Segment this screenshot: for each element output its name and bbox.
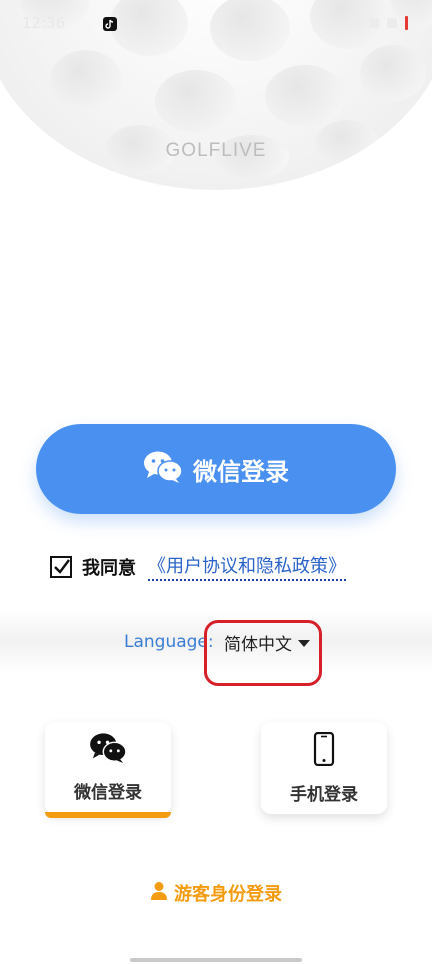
app-title: GOLFLIVE <box>165 140 267 161</box>
tiktok-icon <box>103 17 117 31</box>
status-icons <box>351 16 408 30</box>
agreement-row: 我同意 《用户协议和隐私政策》 <box>50 552 346 581</box>
phone-option-label: 手机登录 <box>290 785 358 805</box>
wechat-login-label: 微信登录 <box>193 457 289 486</box>
battery-icon <box>405 16 408 30</box>
user-agreement-link[interactable]: 《用户协议和隐私政策》 <box>148 552 346 581</box>
language-label: Language: <box>124 632 214 652</box>
signal-icon <box>369 18 379 28</box>
status-time: 12:36 <box>22 14 66 32</box>
language-value: 简体中文 <box>224 635 292 655</box>
data-icon <box>387 18 397 28</box>
caret-down-icon <box>298 640 310 647</box>
gesture-home-bar[interactable] <box>130 958 302 962</box>
language-dropdown[interactable]: 简体中文 <box>224 630 310 655</box>
language-band <box>0 610 432 672</box>
guest-login-link[interactable]: 游客身份登录 <box>0 880 432 906</box>
wifi-icon <box>351 18 361 28</box>
person-icon <box>150 881 168 905</box>
wechat-icon <box>89 732 127 768</box>
active-option-indicator <box>45 812 171 818</box>
wechat-login-option[interactable]: 微信登录 <box>45 722 171 814</box>
guest-login-label: 游客身份登录 <box>174 884 282 905</box>
agreement-prefix: 我同意 <box>82 557 136 579</box>
phone-login-option[interactable]: 手机登录 <box>261 722 387 814</box>
wechat-icon <box>143 450 183 488</box>
agreement-checkbox[interactable] <box>50 555 72 578</box>
wechat-login-button[interactable]: 微信登录 <box>36 424 396 514</box>
status-bar: 12:36 <box>0 0 432 48</box>
phone-icon <box>313 731 335 770</box>
wechat-option-label: 微信登录 <box>74 783 142 803</box>
